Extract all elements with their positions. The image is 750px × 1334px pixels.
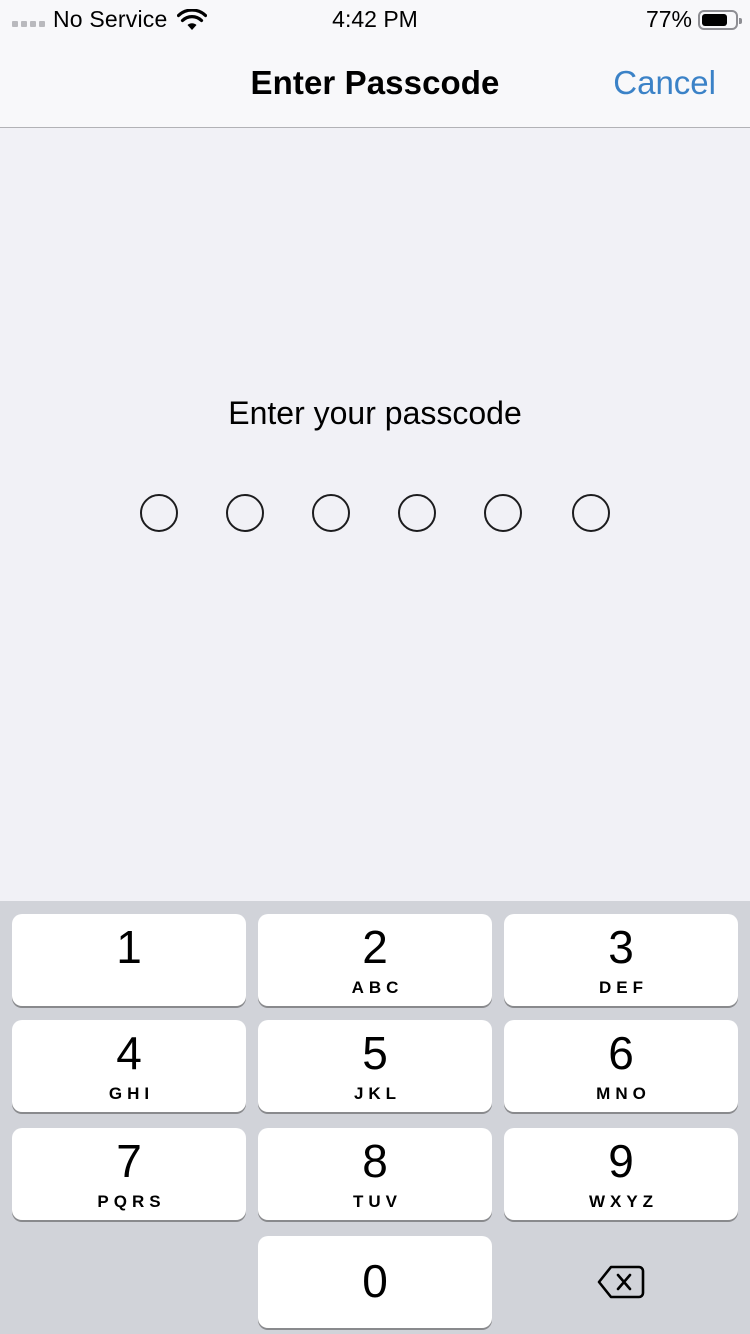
passcode-dot [226, 494, 264, 532]
key-2[interactable]: 2 ABC [258, 914, 492, 1006]
passcode-dot [484, 494, 522, 532]
key-digit: 5 [362, 1027, 388, 1079]
key-5[interactable]: 5 JKL [258, 1020, 492, 1112]
key-3[interactable]: 3 DEF [504, 914, 738, 1006]
key-digit: 1 [116, 921, 142, 973]
key-digit: 0 [362, 1255, 388, 1307]
passcode-screen: No Service 4:42 PM 77% Enter Passcode Ca… [0, 0, 750, 1334]
numeric-keypad: 1 2 ABC 3 DEF 4 GHI 5 JKL 6 MNO 7 PQRS 8 TUV 9 WXYZ 0 [0, 901, 750, 1334]
key-letters: WXYZ [588, 1192, 659, 1211]
status-time: 4:42 PM [332, 6, 418, 32]
key-8[interactable]: 8 TUV [258, 1128, 492, 1220]
status-bar: No Service 4:42 PM 77% [0, 0, 750, 40]
passcode-dots [0, 494, 750, 534]
passcode-prompt: Enter your passcode [228, 395, 522, 431]
key-letters: DEF [599, 978, 648, 997]
key-digit: 6 [608, 1027, 634, 1079]
key-0[interactable]: 0 [258, 1236, 492, 1328]
navigation-bar: Enter Passcode Cancel [0, 40, 750, 128]
delete-button[interactable] [504, 1236, 738, 1328]
cancel-button[interactable]: Cancel [613, 64, 716, 102]
key-letters: PQRS [97, 1192, 166, 1211]
key-digit: 3 [608, 921, 634, 973]
key-letters: ABC [351, 978, 404, 997]
key-letters: JKL [353, 1084, 402, 1103]
key-4[interactable]: 4 GHI [12, 1020, 246, 1112]
passcode-dot [312, 494, 350, 532]
battery-fill [702, 13, 727, 26]
key-1[interactable]: 1 [12, 914, 246, 1006]
battery-icon [698, 9, 742, 30]
status-right: 77% [645, 6, 742, 33]
passcode-dot [572, 494, 610, 532]
key-6[interactable]: 6 MNO [504, 1020, 738, 1112]
key-digit: 4 [116, 1027, 142, 1079]
battery-percent: 77% [645, 6, 692, 32]
delete-backspace-icon [597, 1265, 645, 1299]
key-letters: MNO [596, 1084, 651, 1103]
passcode-dot [140, 494, 178, 532]
key-digit: 8 [362, 1135, 388, 1187]
key-9[interactable]: 9 WXYZ [504, 1128, 738, 1220]
key-7[interactable]: 7 PQRS [12, 1128, 246, 1220]
key-letters: TUV [353, 1192, 402, 1211]
key-digit: 7 [116, 1135, 142, 1187]
key-letters: GHI [108, 1084, 155, 1103]
battery-tip [739, 17, 742, 24]
key-digit: 2 [362, 921, 388, 973]
key-digit: 9 [608, 1135, 634, 1187]
passcode-dot [398, 494, 436, 532]
